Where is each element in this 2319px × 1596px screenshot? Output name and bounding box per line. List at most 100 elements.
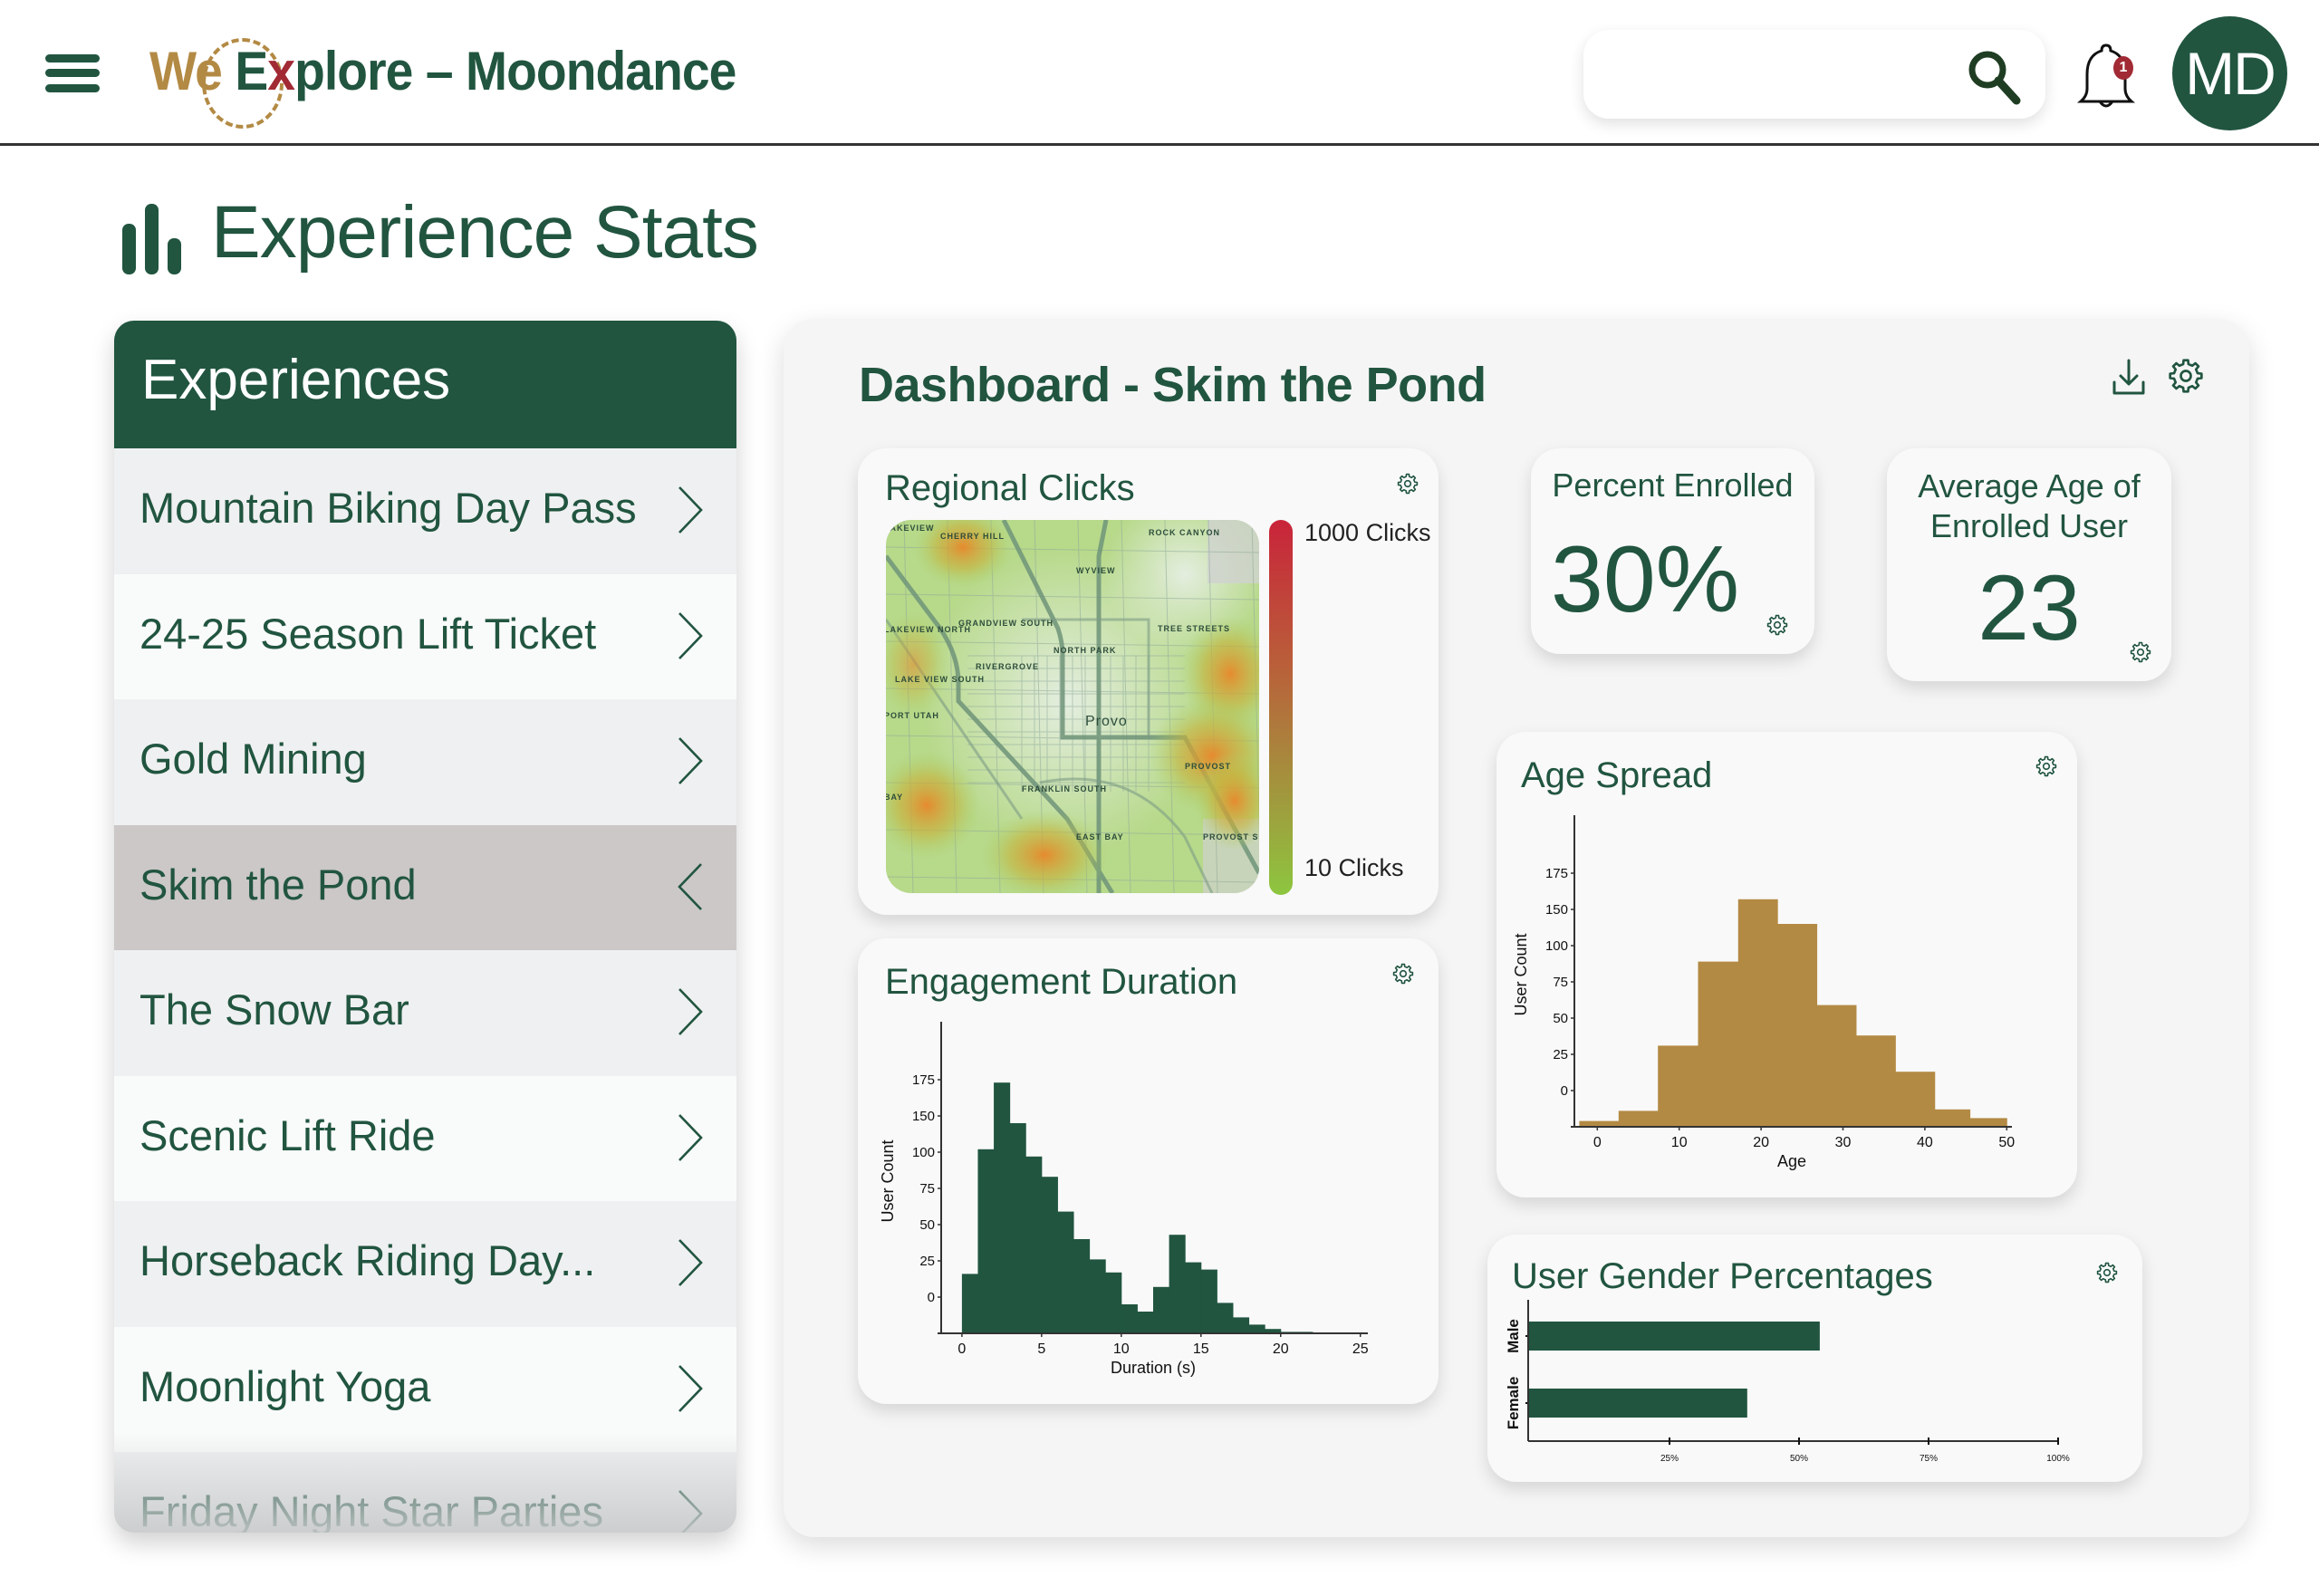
histogram-bar (1658, 1045, 1698, 1127)
map-label: PORT UTAH (886, 711, 939, 720)
sidebar-item[interactable]: Gold Mining (114, 699, 736, 824)
engagement-duration-chart: 0 25 50 75 100 150 175 0 5 10 15 20 25 Duration (s) Us… (879, 1022, 1369, 1377)
sidebar-item[interactable]: Scenic Lift Ride (114, 1075, 736, 1201)
x-tick-label: 25 (1352, 1341, 1369, 1357)
sidebar-item-label: The Snow Bar (140, 985, 409, 1034)
colorbar-max-label: 1000 Clicks (1304, 519, 1431, 546)
sidebar-item-label: Horseback Riding Day... (140, 1236, 596, 1284)
x-axis-label: Age (1777, 1152, 1806, 1170)
bell-icon (2076, 43, 2136, 108)
histogram-bar (1855, 1035, 1896, 1127)
logo-x: x (267, 41, 295, 101)
search-input[interactable] (1609, 48, 1953, 101)
category-label: Female (1505, 1377, 1522, 1430)
x-axis-label: Duration (s) (1111, 1359, 1196, 1377)
logo-e: E (235, 41, 268, 101)
histogram-bar (1969, 1118, 2007, 1127)
histogram-bar (1934, 1109, 1971, 1127)
user-gender-chart: Male Female 25% 50% 75% 100% (1505, 1300, 2070, 1464)
download-icon[interactable] (2111, 357, 2147, 399)
chevron-right-icon (678, 737, 703, 784)
sidebar-item-label: 24-25 Season Lift Ticket (140, 609, 597, 658)
search-bar (1583, 30, 2045, 119)
sidebar-item-label: Scenic Lift Ride (140, 1110, 436, 1159)
chevron-right-icon (678, 988, 703, 1035)
regional-clicks-title: Regional Clicks (885, 468, 1135, 508)
chevron-right-icon (678, 1364, 703, 1412)
chevron-left-icon (678, 862, 702, 910)
logo-text: We Explore – Moondance (149, 40, 736, 102)
sidebar-item-label: Skim the Pond (140, 860, 417, 909)
sidebar-item-label: Gold Mining (140, 735, 367, 783)
logo-we: We (149, 41, 223, 101)
map-label: GRANDVIEW SOUTH (958, 619, 1054, 628)
map-label: ROCK CANYON (1149, 528, 1220, 537)
sidebar-item[interactable]: Mountain Biking Day Pass (114, 448, 736, 573)
map-label: Provo (1085, 714, 1128, 729)
map-label: LAKEVIEW NORTH (886, 625, 971, 634)
y-tick-label: 100 (1545, 938, 1568, 954)
chevron-right-icon (678, 486, 703, 534)
dashboard-panel: Dashboard - Skim the Pond Regional Click… (784, 319, 2249, 1537)
gender-bar (1528, 1322, 1820, 1351)
sidebar-item[interactable]: 24-25 Season Lift Ticket (114, 573, 736, 699)
hamburger-menu-icon[interactable] (45, 54, 100, 92)
gear-icon[interactable] (2168, 357, 2204, 395)
user-avatar[interactable]: MD (2172, 16, 2287, 130)
histogram-bar (961, 1274, 978, 1333)
gear-icon[interactable] (1397, 473, 1419, 495)
user-gender-card: User Gender Percentages Male Female 25% 50%… (1487, 1235, 2142, 1482)
y-tick-label: 25 (919, 1254, 935, 1269)
search-icon[interactable] (1964, 46, 2024, 106)
x-tick-label: 10 (1671, 1135, 1688, 1150)
x-tick-label: 100% (2046, 1454, 2070, 1464)
sidebar-item[interactable]: Friday Night Star Parties (114, 1452, 736, 1533)
y-tick-label: 25 (1553, 1047, 1568, 1062)
histogram-bar (994, 1082, 1011, 1333)
percent-enrolled-title: Percent Enrolled (1552, 466, 1794, 504)
sidebar-item[interactable]: Skim the Pond (114, 824, 736, 950)
histogram-bar (1009, 1123, 1026, 1333)
x-tick-label: 75% (1920, 1454, 1938, 1464)
y-axis-label: User Count (1512, 933, 1530, 1015)
gear-icon[interactable] (2130, 641, 2151, 663)
y-axis-label: User Count (879, 1139, 897, 1222)
map-label: FRANKLIN SOUTH (1022, 784, 1107, 793)
percent-enrolled-value: 30% (1551, 527, 1740, 632)
gender-bar (1528, 1389, 1747, 1418)
histogram-bar (1185, 1262, 1202, 1333)
histogram-bar (977, 1149, 995, 1333)
sidebar-item[interactable]: Moonlight Yoga (114, 1326, 736, 1452)
histogram-bar (1200, 1269, 1217, 1333)
sidebar-item[interactable]: The Snow Bar (114, 950, 736, 1075)
sidebar-item-label: Friday Night Star Parties (140, 1487, 603, 1533)
map-label: BAY (886, 793, 903, 802)
y-tick-label: 100 (912, 1145, 935, 1160)
y-tick-label: 50 (1553, 1011, 1568, 1026)
x-tick-label: 50% (1790, 1454, 1808, 1464)
notifications-button[interactable]: 1 (2070, 40, 2142, 114)
chevron-right-icon (678, 611, 703, 659)
histogram-bar (1169, 1235, 1186, 1333)
y-tick-label: 0 (928, 1290, 935, 1305)
logo[interactable]: We Explore – Moondance (149, 27, 784, 131)
engagement-duration-card: Engagement Duration 0 25 50 75 100 150 175 0 5 10… (858, 938, 1439, 1404)
heatmap-map[interactable]: LAKEVIEW CHERRY HILL ROCK CANYON WYVIEW GRAN… (886, 520, 1259, 893)
y-tick-label: 175 (1545, 866, 1568, 881)
top-bar: We Explore – Moondance 1 MD (0, 0, 2319, 146)
histogram-bar (1121, 1304, 1138, 1333)
x-tick-label: 10 (1113, 1341, 1130, 1357)
gear-icon[interactable] (1766, 614, 1788, 636)
x-tick-label: 50 (1998, 1135, 2015, 1150)
y-tick-label: 175 (912, 1072, 935, 1088)
histogram-bar (1153, 1286, 1170, 1333)
y-tick-label: 0 (1561, 1083, 1568, 1099)
dashboard-title: Dashboard - Skim the Pond (859, 358, 1487, 412)
heatmap-colorbar (1269, 520, 1293, 895)
sidebar-item[interactable]: Horseback Riding Day... (114, 1201, 736, 1326)
x-tick-label: 40 (1917, 1135, 1933, 1150)
bar-chart-icon (122, 204, 182, 274)
sidebar-item-label: Moonlight Yoga (140, 1361, 431, 1410)
x-tick-label: 5 (1037, 1341, 1045, 1357)
map-label: EAST BAY (1076, 832, 1124, 841)
